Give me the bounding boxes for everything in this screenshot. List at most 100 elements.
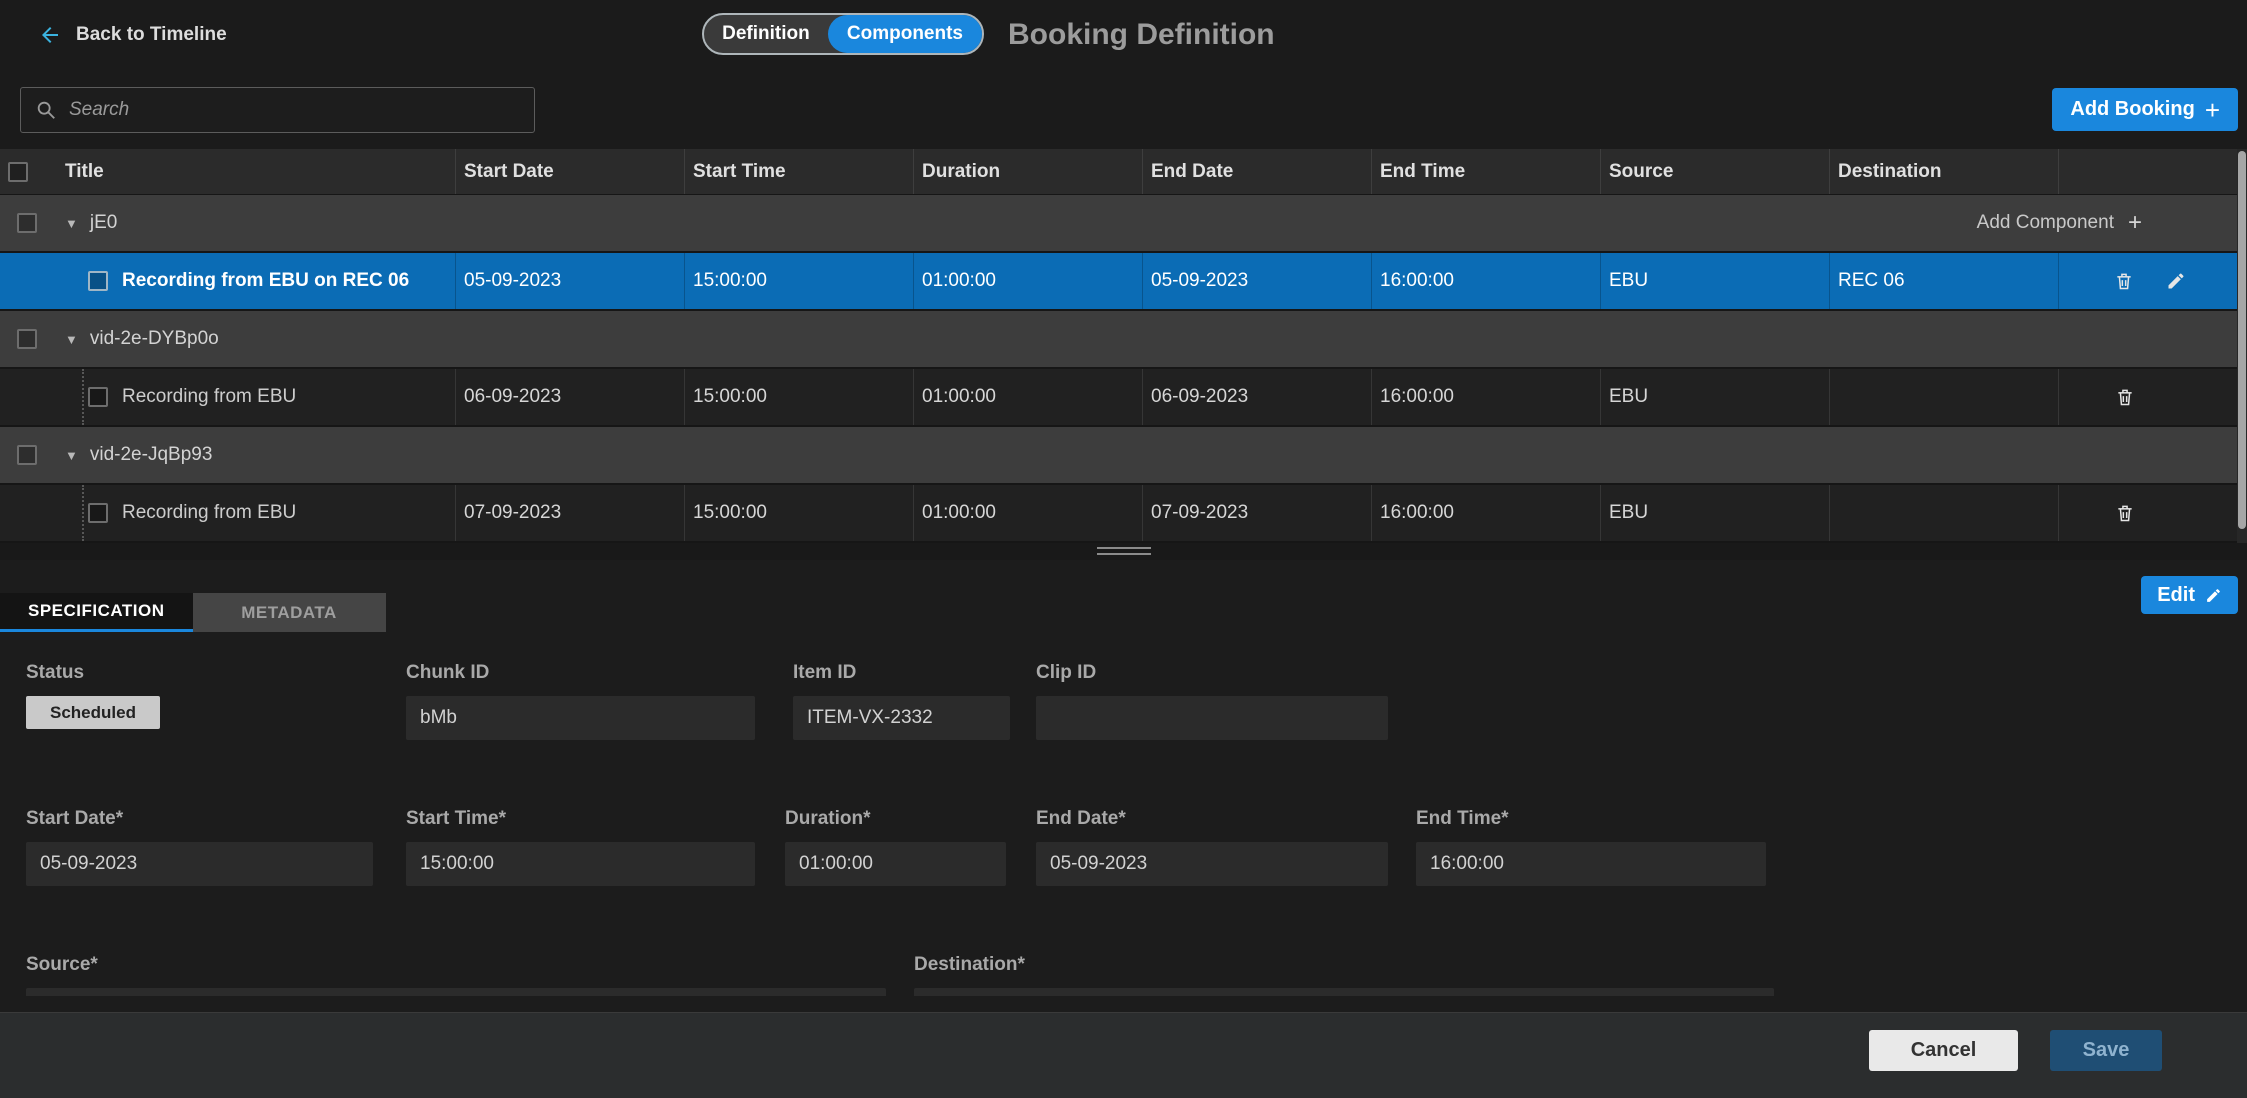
column-header-end-time[interactable]: End Time <box>1372 149 1601 194</box>
tab-specification[interactable]: SPECIFICATION <box>0 593 193 632</box>
edit-button[interactable]: Edit <box>2141 576 2238 614</box>
column-header-end-date[interactable]: End Date <box>1143 149 1372 194</box>
search-input[interactable] <box>69 99 520 121</box>
scrollbar-thumb[interactable] <box>2238 151 2246 529</box>
component-row[interactable]: Recording from EBU 07-09-2023 15:00:00 0… <box>0 485 2247 543</box>
toggle-components[interactable]: Components <box>828 15 982 53</box>
caret-down-icon[interactable]: ▼ <box>65 448 78 463</box>
group-title: vid-2e-DYBp0o <box>90 328 219 350</box>
end-date-label: End Date* <box>1036 808 1388 832</box>
search-icon <box>35 99 57 121</box>
column-header-duration[interactable]: Duration <box>914 149 1143 194</box>
tree-connector <box>82 253 84 309</box>
cell-destination <box>1830 369 2059 425</box>
end-time-field[interactable] <box>1416 842 1766 886</box>
delete-icon[interactable] <box>2112 269 2136 293</box>
panel-splitter <box>0 543 2247 560</box>
table-scrollbar[interactable] <box>2237 149 2247 543</box>
save-button[interactable]: Save <box>2050 1030 2162 1071</box>
end-date-field[interactable] <box>1036 842 1388 886</box>
source-label: Source* <box>26 954 886 978</box>
caret-down-icon[interactable]: ▼ <box>65 332 78 347</box>
tab-metadata[interactable]: METADATA <box>193 593 386 632</box>
cell-end-date: 06-09-2023 <box>1143 369 1372 425</box>
duration-field[interactable] <box>785 842 1006 886</box>
cell-title: Recording from EBU <box>0 485 456 541</box>
footer-bar: Cancel Save <box>0 1012 2247 1098</box>
top-bar: Back to Timeline Definition Components B… <box>0 0 2247 69</box>
detail-tabs: SPECIFICATION METADATA <box>0 593 386 632</box>
source-field[interactable] <box>26 988 886 996</box>
column-header-start-time[interactable]: Start Time <box>685 149 914 194</box>
group-title: vid-2e-JqBp93 <box>90 444 213 466</box>
cell-duration: 01:00:00 <box>914 485 1143 541</box>
cell-destination <box>1830 485 2059 541</box>
group-row-dybp0o[interactable]: ▼ vid-2e-DYBp0o <box>0 311 2247 369</box>
add-component-button[interactable]: Add Component + <box>1977 211 2142 235</box>
cell-start-date: 05-09-2023 <box>456 253 685 309</box>
group-checkbox[interactable] <box>17 329 37 349</box>
row-checkbox[interactable] <box>88 503 108 523</box>
caret-down-icon[interactable]: ▼ <box>65 216 78 231</box>
destination-field[interactable] <box>914 988 1774 996</box>
select-all-checkbox[interactable] <box>8 162 28 182</box>
status-badge: Scheduled <box>26 696 160 729</box>
plus-icon: + <box>2128 211 2142 235</box>
search-box <box>20 87 535 133</box>
row-checkbox[interactable] <box>88 387 108 407</box>
tree-connector <box>82 369 84 425</box>
cancel-button[interactable]: Cancel <box>1869 1030 2018 1071</box>
cell-end-time: 16:00:00 <box>1372 485 1601 541</box>
cell-start-date: 06-09-2023 <box>456 369 685 425</box>
table-header: Title Start Date Start Time Duration End… <box>0 149 2247 195</box>
cell-title: Recording from EBU <box>0 369 456 425</box>
column-header-title[interactable]: Title <box>57 149 456 194</box>
group-checkbox[interactable] <box>17 213 37 233</box>
toggle-definition[interactable]: Definition <box>704 23 828 45</box>
cell-start-date: 07-09-2023 <box>456 485 685 541</box>
cell-actions <box>2059 253 2247 309</box>
column-header-destination[interactable]: Destination <box>1830 149 2059 194</box>
destination-label: Destination* <box>914 954 1774 978</box>
group-row-je0[interactable]: ▼ jE0 Add Component + <box>0 195 2247 253</box>
cell-title: Recording from EBU on REC 06 <box>0 253 456 309</box>
chunk-id-field[interactable] <box>406 696 755 740</box>
chunk-id-label: Chunk ID <box>406 662 755 686</box>
cell-actions <box>2059 485 2247 541</box>
edit-pencil-icon[interactable] <box>2164 269 2188 293</box>
row-checkbox[interactable] <box>88 271 108 291</box>
start-time-field[interactable] <box>406 842 755 886</box>
plus-icon: + <box>2205 97 2220 123</box>
cell-start-time: 15:00:00 <box>685 485 914 541</box>
group-checkbox[interactable] <box>17 445 37 465</box>
bookings-table: Title Start Date Start Time Duration End… <box>0 149 2247 543</box>
column-header-start-date[interactable]: Start Date <box>456 149 685 194</box>
delete-icon[interactable] <box>2113 501 2137 525</box>
back-to-timeline-label: Back to Timeline <box>76 24 227 46</box>
start-time-label: Start Time* <box>406 808 755 832</box>
specification-form: Status Scheduled Chunk ID Item ID Clip I… <box>0 632 2247 996</box>
cell-end-time: 16:00:00 <box>1372 253 1601 309</box>
cell-start-time: 15:00:00 <box>685 253 914 309</box>
cell-end-date: 05-09-2023 <box>1143 253 1372 309</box>
item-id-label: Item ID <box>793 662 1010 686</box>
cell-source: EBU <box>1601 485 1830 541</box>
delete-icon[interactable] <box>2113 385 2137 409</box>
add-booking-button[interactable]: Add Booking + <box>2052 88 2238 131</box>
cell-source: EBU <box>1601 369 1830 425</box>
cell-duration: 01:00:00 <box>914 369 1143 425</box>
toolbar: Add Booking + <box>0 69 2247 149</box>
group-row-jqbp93[interactable]: ▼ vid-2e-JqBp93 <box>0 427 2247 485</box>
component-row[interactable]: Recording from EBU 06-09-2023 15:00:00 0… <box>0 369 2247 427</box>
start-date-field[interactable] <box>26 842 373 886</box>
arrow-left-icon <box>38 23 62 47</box>
column-header-source[interactable]: Source <box>1601 149 1830 194</box>
resize-handle[interactable] <box>1097 547 1151 555</box>
item-id-field[interactable] <box>793 696 1010 740</box>
component-row-selected[interactable]: Recording from EBU on REC 06 05-09-2023 … <box>0 253 2247 311</box>
column-header-actions <box>2059 149 2247 194</box>
clip-id-field[interactable] <box>1036 696 1388 740</box>
back-to-timeline-button[interactable]: Back to Timeline <box>38 23 227 47</box>
cell-duration: 01:00:00 <box>914 253 1143 309</box>
booking-definition-app: Back to Timeline Definition Components B… <box>0 0 2247 1098</box>
